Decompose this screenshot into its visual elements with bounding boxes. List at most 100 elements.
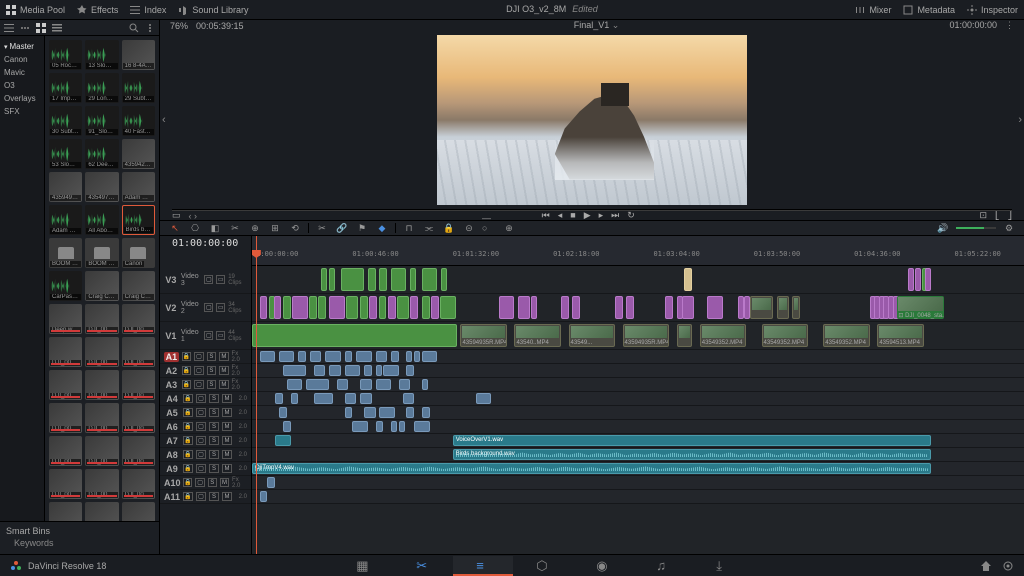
track[interactable]	[252, 476, 1024, 490]
media-thumb[interactable]: DJI_0010_st...	[49, 403, 82, 433]
media-thumb[interactable]: DJI_0007_st...	[85, 370, 118, 400]
media-thumb[interactable]: 43549725...	[85, 172, 118, 202]
audio-track-header[interactable]: A4🔒▢SM2.0	[160, 392, 251, 406]
master-timecode[interactable]: 01:00:00:00	[172, 238, 238, 249]
clip[interactable]	[422, 296, 430, 319]
list-alt-icon[interactable]	[52, 23, 62, 33]
clip[interactable]	[684, 268, 692, 291]
clip[interactable]	[379, 296, 387, 319]
clip[interactable]	[406, 351, 412, 362]
prev-caret-icon[interactable]: ‹	[162, 114, 166, 126]
tab-index[interactable]: Index	[130, 5, 166, 15]
clip[interactable]	[329, 268, 335, 291]
clip[interactable]	[388, 296, 396, 319]
video-track-header[interactable]: V2Video 2▢▭34 Clips	[160, 294, 251, 322]
clip[interactable]	[309, 296, 317, 319]
search-icon[interactable]	[129, 23, 139, 33]
clip[interactable]: 43549352.MP4	[762, 324, 808, 347]
clip[interactable]	[376, 351, 388, 362]
clip[interactable]	[397, 296, 409, 319]
track[interactable]	[252, 406, 1024, 420]
clip[interactable]	[306, 379, 329, 390]
replace-icon[interactable]: ⟲	[288, 222, 302, 234]
zoom-in-icon[interactable]: ⊕	[502, 222, 516, 234]
page-tab-edit[interactable]: ≡	[453, 556, 513, 576]
tab-sound-library[interactable]: Sound Library	[178, 5, 248, 15]
clip[interactable]	[345, 393, 357, 404]
track[interactable]	[252, 364, 1024, 378]
clip[interactable]	[777, 296, 789, 319]
clip[interactable]	[414, 351, 420, 362]
media-thumb[interactable]: 53 Slow Fly...	[49, 139, 82, 169]
clip[interactable]	[345, 365, 360, 376]
media-thumb[interactable]: 91_Slow Ex...	[85, 106, 118, 136]
clip[interactable]	[283, 421, 291, 432]
page-tab-deliver[interactable]: ⤓	[693, 556, 753, 576]
clip[interactable]: Birds background.wav	[453, 449, 932, 460]
audio-track-header[interactable]: A11🔒▢SM2.0	[160, 490, 251, 504]
media-thumb[interactable]: Craig Carte...	[122, 271, 155, 301]
blade-tool-icon[interactable]: ✂	[228, 222, 242, 234]
tab-inspector[interactable]: Inspector	[967, 5, 1018, 15]
clip[interactable]	[329, 365, 341, 376]
clip[interactable]	[345, 407, 353, 418]
media-thumb[interactable]: Deep whoo...	[49, 304, 82, 334]
clip[interactable]	[561, 296, 569, 319]
clip[interactable]	[318, 296, 326, 319]
clip[interactable]	[440, 296, 455, 319]
flag-icon[interactable]: ⚑	[355, 222, 369, 234]
media-thumb[interactable]: DJI_0005_st...	[49, 370, 82, 400]
clip[interactable]	[341, 268, 364, 291]
viewer-menu-icon[interactable]: ⋮	[1005, 20, 1014, 31]
position-lock-icon[interactable]: 🔒	[442, 222, 456, 234]
media-thumb[interactable]: DJI_0020_st...	[85, 469, 118, 499]
media-thumb[interactable]: 43594239...	[122, 139, 155, 169]
media-thumb[interactable]: DJI_0013_st...	[85, 436, 118, 466]
media-thumb[interactable]: Adam Patr...	[49, 205, 82, 235]
media-thumb[interactable]: 17 Impulsi...	[49, 73, 82, 103]
clip[interactable]	[252, 324, 457, 347]
clip[interactable]	[383, 365, 398, 376]
clip[interactable]	[321, 268, 327, 291]
media-thumb[interactable]: DJI_0022_st...	[122, 469, 155, 499]
dynamic-trim-icon[interactable]: ◧	[208, 222, 222, 234]
clip[interactable]	[298, 351, 306, 362]
media-thumb[interactable]: DJI_0009_st...	[122, 370, 155, 400]
track[interactable]	[252, 266, 1024, 294]
track[interactable]: Birds background.wav	[252, 448, 1024, 462]
clip[interactable]	[267, 477, 275, 488]
media-thumb[interactable]: DJI_0003_st...	[122, 304, 155, 334]
next-caret-icon[interactable]: ›	[1018, 114, 1022, 126]
media-thumb[interactable]: 29 Long En...	[85, 73, 118, 103]
clip[interactable]: VoiceOverV1.wav	[453, 435, 932, 446]
media-thumb[interactable]: Craig Carte...	[85, 271, 118, 301]
snap-icon[interactable]: ⊓	[402, 222, 416, 234]
clip[interactable]	[414, 421, 429, 432]
clip[interactable]	[915, 268, 921, 291]
clip[interactable]	[360, 393, 372, 404]
clip[interactable]	[379, 407, 394, 418]
clip[interactable]	[406, 407, 414, 418]
media-thumb[interactable]: DJI_0028_st...	[122, 502, 155, 521]
media-thumb[interactable]: DJI_0004_st...	[85, 337, 118, 367]
page-tab-fusion[interactable]: ⬡	[513, 556, 573, 576]
clip[interactable]	[376, 365, 382, 376]
clip[interactable]	[325, 351, 340, 362]
clip[interactable]	[314, 393, 333, 404]
media-thumb[interactable]: 16 8-4A_En...	[122, 40, 155, 70]
tab-metadata[interactable]: Metadata	[903, 5, 955, 15]
clip[interactable]	[364, 407, 376, 418]
clip[interactable]	[406, 365, 414, 376]
media-thumb[interactable]: 40 Fast Ope...	[122, 106, 155, 136]
audio-track-header[interactable]: A7🔒▢SM2.0	[160, 434, 251, 448]
media-thumb[interactable]: DJI_0004_st...	[49, 337, 82, 367]
clip[interactable]	[346, 296, 358, 319]
track[interactable]: 43594935R.MP443540..MP443549...43594935R…	[252, 322, 1024, 350]
zoom-slider[interactable]: —○—	[482, 222, 496, 234]
track[interactable]	[252, 378, 1024, 392]
track[interactable]: VoiceOverV1.wav	[252, 434, 1024, 448]
clip[interactable]	[431, 296, 439, 319]
clip[interactable]	[908, 268, 914, 291]
zoom-out-icon[interactable]: ⊝	[462, 222, 476, 234]
clip[interactable]	[410, 296, 418, 319]
